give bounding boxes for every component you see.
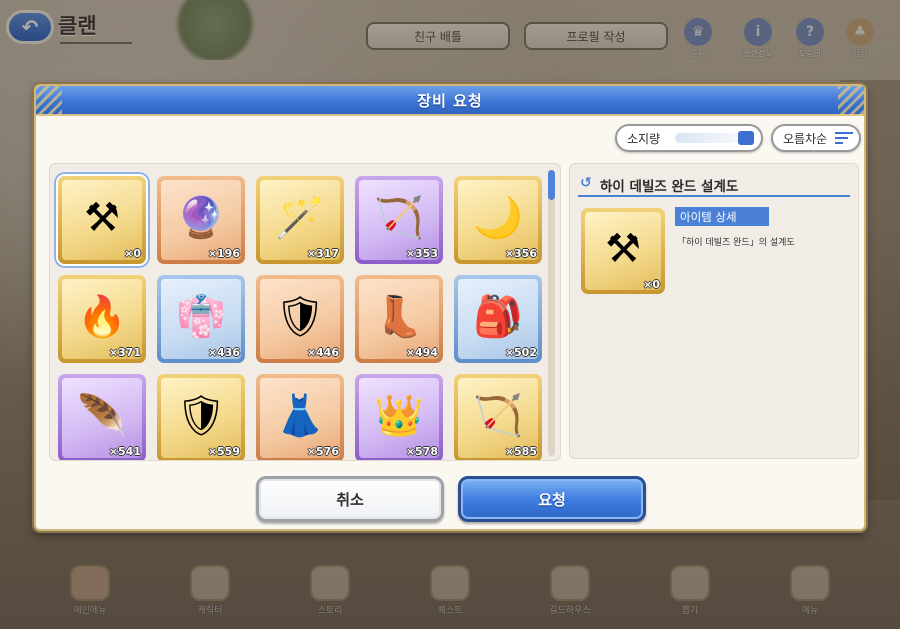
moon-amulet-icon: 🌙: [473, 194, 523, 241]
armor-icon: 🛡: [274, 293, 326, 340]
detail-item-name: 하이 데빌즈 완드 설계도: [600, 179, 739, 195]
item-quantity: ×541: [108, 445, 141, 458]
detail-item-icon: ⚒ ×0: [581, 208, 665, 294]
item-grid: ⚒ ×0 🔮 ×196 🪄 ×317 🏹 ×353 🌙 ×356 🔥 ×371 👘 ×436 🛡 ×446 👢 ×…: [58, 176, 550, 460]
sort-window-icon: [738, 131, 754, 145]
item-slot-bow-blueprint[interactable]: 🏹 ×585: [454, 374, 542, 460]
item-quantity: ×196: [207, 247, 240, 260]
item-quantity: ×494: [405, 346, 438, 359]
item-quantity: ×317: [306, 247, 339, 260]
bow-fragment-icon: 🏹: [374, 194, 424, 241]
bow-blueprint-icon: 🏹: [473, 392, 523, 439]
item-list-panel: ⚒ ×0 🔮 ×196 🪄 ×317 🏹 ×353 🌙 ×356 🔥 ×371 👘 ×436 🛡 ×446 👢 ×…: [49, 163, 561, 461]
item-slot-dress[interactable]: 👗 ×576: [256, 374, 344, 460]
detail-marker-icon: ↺: [580, 175, 592, 191]
item-detail-tag: 아이템 상세: [675, 207, 769, 226]
item-slot-backpack[interactable]: 🎒 ×502: [454, 275, 542, 363]
backpack-icon: 🎒: [473, 293, 523, 340]
item-slot-flame-blueprint[interactable]: 🔥 ×371: [58, 275, 146, 363]
item-quantity: ×436: [207, 346, 240, 359]
item-quantity: ×576: [306, 445, 339, 458]
item-quantity: ×371: [108, 346, 141, 359]
staff-blueprint-icon: ⚒: [605, 225, 641, 272]
item-detail-panel: ↺ 하이 데빌즈 완드 설계도 ⚒ ×0 아이템 상세 「하이 데빌즈 완드」의…: [569, 163, 859, 459]
item-slot-dark-crown-fragment[interactable]: 👑 ×578: [355, 374, 443, 460]
blue-orb-icon: 🔮: [176, 194, 226, 241]
boots-icon: 👢: [374, 293, 424, 340]
item-quantity: ×585: [504, 445, 537, 458]
item-slot-bow-fragment[interactable]: 🏹 ×353: [355, 176, 443, 264]
item-slot-robe[interactable]: 👘 ×436: [157, 275, 245, 363]
item-quantity: ×0: [124, 247, 141, 260]
sort-order-icon: [835, 132, 853, 144]
item-quantity: ×356: [504, 247, 537, 260]
shield-blueprint-icon: 🛡: [175, 392, 227, 439]
staff-blueprint-icon: ⚒: [84, 194, 120, 241]
detail-item-quantity: ×0: [643, 278, 660, 291]
scroll-thumb[interactable]: [548, 170, 555, 200]
equipment-request-dialog: 장비 요청 소지량 오름차순 ⚒ ×0 🔮 ×196 🪄 ×317 🏹 ×353 🌙 ×356 🔥 ×…: [34, 84, 866, 531]
detail-title-row: ↺ 하이 데빌즈 완드 설계도: [578, 173, 850, 197]
item-list-scrollbar[interactable]: [548, 170, 555, 456]
item-slot-wand-blueprint[interactable]: 🪄 ×317: [256, 176, 344, 264]
order-label: 오름차순: [783, 131, 828, 146]
item-slot-boots[interactable]: 👢 ×494: [355, 275, 443, 363]
item-quantity: ×353: [405, 247, 438, 260]
dress-icon: 👗: [275, 392, 325, 439]
feather-fragment-icon: 🪶: [77, 392, 127, 439]
sort-order-button[interactable]: 오름차순: [771, 124, 861, 152]
sort-label: 소지량: [627, 131, 661, 146]
cancel-button[interactable]: 취소: [256, 476, 444, 522]
item-slot-shield-blueprint[interactable]: 🛡 ×559: [157, 374, 245, 460]
item-quantity: ×559: [207, 445, 240, 458]
header-ornament-left: [36, 86, 62, 116]
request-button[interactable]: 요청: [458, 476, 646, 522]
item-quantity: ×502: [504, 346, 537, 359]
sort-field-shade: [675, 133, 745, 143]
dark-crown-fragment-icon: 👑: [374, 392, 424, 439]
sort-by-button[interactable]: 소지량: [615, 124, 763, 152]
dialog-title: 장비 요청: [417, 91, 483, 110]
item-slot-blue-orb[interactable]: 🔮 ×196: [157, 176, 245, 264]
item-slot-staff-blueprint[interactable]: ⚒ ×0: [58, 176, 146, 264]
item-slot-feather-fragment[interactable]: 🪶 ×541: [58, 374, 146, 460]
dialog-header: 장비 요청: [36, 86, 864, 116]
flame-blueprint-icon: 🔥: [77, 293, 127, 340]
item-description: 「하이 데빌즈 완드」의 설계도: [677, 238, 795, 248]
item-quantity: ×446: [306, 346, 339, 359]
robe-icon: 👘: [176, 293, 226, 340]
item-quantity: ×578: [405, 445, 438, 458]
header-ornament-right: [838, 86, 864, 116]
item-slot-moon-amulet[interactable]: 🌙 ×356: [454, 176, 542, 264]
wand-blueprint-icon: 🪄: [275, 194, 325, 241]
item-slot-armor[interactable]: 🛡 ×446: [256, 275, 344, 363]
